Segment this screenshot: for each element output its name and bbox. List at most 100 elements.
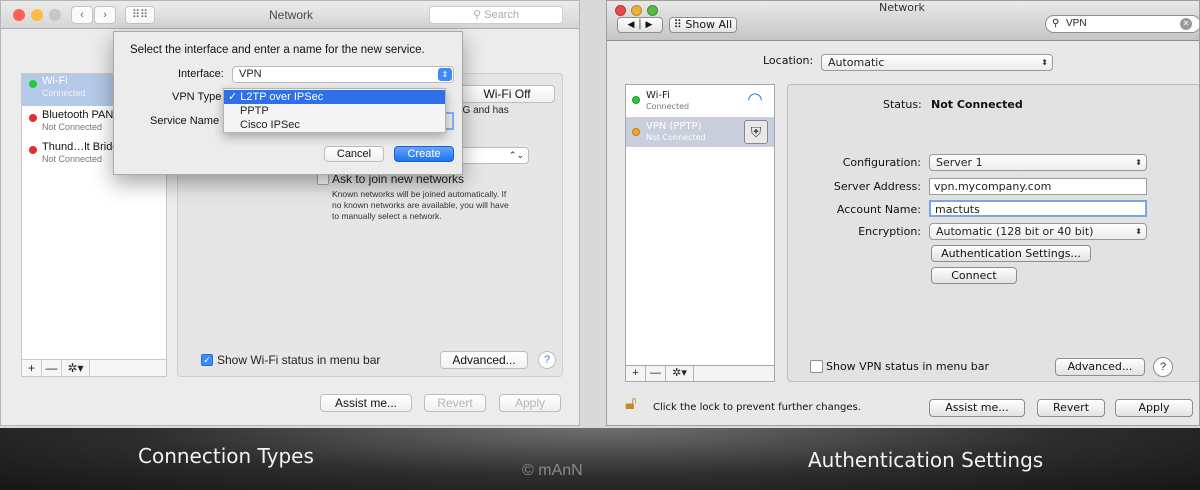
- assist-me-button[interactable]: Assist me...: [929, 399, 1025, 417]
- advanced-button[interactable]: Advanced...: [1055, 358, 1145, 376]
- clear-search-icon[interactable]: ✕: [1180, 18, 1192, 30]
- wifi-note: 5G and has: [457, 105, 509, 116]
- configuration-value: Server 1: [936, 156, 983, 169]
- vpn-lock-icon: ⛨: [744, 120, 768, 144]
- window-title: Network: [879, 1, 925, 14]
- minimize-button[interactable]: [631, 5, 642, 16]
- connect-button[interactable]: Connect: [931, 267, 1017, 284]
- menu-item-l2tp[interactable]: ✓ L2TP over IPSec: [224, 90, 445, 104]
- chevron-updown-icon: ⬍: [1135, 227, 1142, 236]
- gear-icon[interactable]: ✲▾: [62, 360, 90, 376]
- unlocked-padlock-icon[interactable]: 🔓︎: [625, 393, 647, 417]
- assist-me-button[interactable]: Assist me...: [320, 394, 412, 412]
- service-name: VPN (PPTP): [646, 121, 702, 132]
- service-toolbar: + — ✲▾: [625, 365, 775, 382]
- service-name: Wi-Fi: [646, 90, 670, 101]
- wifi-icon: ◠: [747, 89, 763, 109]
- forward-chevron-icon[interactable]: ›: [94, 6, 116, 24]
- create-button[interactable]: Create: [394, 146, 454, 162]
- back-forward-arrows-icon[interactable]: ◀ │ ▶: [617, 17, 663, 33]
- server-address-label: Server Address:: [833, 180, 921, 193]
- search-input[interactable]: ⚲ Search: [429, 6, 563, 24]
- add-service-button[interactable]: +: [22, 360, 42, 376]
- encryption-label: Encryption:: [858, 225, 921, 238]
- gear-icon[interactable]: ✲▾: [666, 366, 694, 381]
- show-all-button[interactable]: ⠿ Show All: [669, 17, 737, 33]
- status-dot-icon: [29, 114, 37, 122]
- service-status: Not Connected: [42, 122, 103, 132]
- close-button[interactable]: [615, 5, 626, 16]
- vpn-type-label: VPN Type: [172, 91, 222, 103]
- right-network-window: Network ◀ │ ▶ ⠿ Show All ⚲ VPN ✕ Locatio…: [606, 0, 1200, 426]
- remove-service-button[interactable]: —: [42, 360, 62, 376]
- menu-item-cisco-ipsec[interactable]: Cisco IPSec: [224, 118, 445, 132]
- zoom-button[interactable]: [49, 9, 61, 21]
- right-titlebar: Network ◀ │ ▶ ⠿ Show All ⚲ VPN ✕: [607, 1, 1199, 41]
- service-item-wifi[interactable]: Wi-Fi Connected ◠: [626, 85, 774, 115]
- note-line: no known networks are available, you wil…: [332, 200, 509, 210]
- account-name-label: Account Name:: [836, 203, 921, 216]
- chevron-updown-icon: ⬍: [1041, 58, 1048, 67]
- search-input[interactable]: ⚲ VPN ✕: [1045, 15, 1199, 33]
- location-value: Automatic: [828, 56, 885, 69]
- status-dot-icon: [632, 128, 640, 136]
- lock-text: Click the lock to prevent further change…: [653, 402, 861, 413]
- show-all-grid-icon[interactable]: ⠿⠿: [125, 6, 155, 24]
- service-name: Wi-Fi: [42, 75, 68, 87]
- note-line: Known networks will be joined automatica…: [332, 189, 507, 199]
- server-address-field[interactable]: vpn.mycompany.com: [929, 178, 1147, 195]
- chevron-updown-icon: ⇕: [438, 68, 452, 81]
- caption-band: Connection Types Authentication Settings…: [0, 428, 1200, 490]
- window-title: Network: [269, 8, 314, 22]
- configuration-popup[interactable]: Server 1 ⬍: [929, 154, 1147, 171]
- network-name-popup[interactable]: ⌃⌄: [457, 147, 529, 164]
- service-list: Wi-Fi Connected ◠ VPN (PPTP) Not Connect…: [625, 84, 775, 382]
- cancel-button[interactable]: Cancel: [324, 146, 384, 162]
- revert-button[interactable]: Revert: [1037, 399, 1105, 417]
- search-placeholder: Search: [484, 9, 519, 21]
- search-icon: ⚲: [473, 9, 485, 21]
- service-status: Connected: [42, 88, 86, 98]
- menu-item-pptp[interactable]: PPTP: [224, 104, 445, 118]
- close-button[interactable]: [13, 9, 25, 21]
- add-service-button[interactable]: +: [626, 366, 646, 381]
- interface-popup[interactable]: VPN ⇕: [232, 66, 454, 83]
- help-button[interactable]: ?: [1153, 357, 1173, 377]
- revert-button[interactable]: Revert: [424, 394, 486, 412]
- service-item-vpn-pptp[interactable]: VPN (PPTP) Not Connected ⛨: [626, 117, 774, 147]
- location-label: Location:: [763, 54, 814, 67]
- grid-icon: ⠿: [673, 18, 686, 31]
- vpn-type-menu: ✓ L2TP over IPSec PPTP Cisco IPSec: [223, 88, 446, 133]
- help-button[interactable]: ?: [538, 351, 556, 369]
- advanced-button[interactable]: Advanced...: [440, 351, 528, 369]
- chevron-updown-icon: ⬍: [1135, 158, 1142, 167]
- show-vpn-status-checkbox[interactable]: [810, 360, 823, 373]
- zoom-button[interactable]: [647, 5, 658, 16]
- apply-button[interactable]: Apply: [499, 394, 561, 412]
- authentication-settings-button[interactable]: Authentication Settings...: [931, 245, 1091, 262]
- remove-service-button[interactable]: —: [646, 366, 666, 381]
- watermark: © mAnN: [522, 462, 583, 479]
- service-toolbar: + — ✲▾: [21, 359, 167, 377]
- search-icon: ⚲: [1052, 18, 1060, 29]
- left-network-window: ‹ › ⠿⠿ Network ⚲ Search Wi-Fi Connected …: [0, 0, 580, 426]
- account-name-field[interactable]: mactuts: [929, 200, 1147, 217]
- encryption-value: Automatic (128 bit or 40 bit): [936, 225, 1094, 238]
- dialog-heading: Select the interface and enter a name fo…: [130, 44, 425, 56]
- search-value: VPN: [1066, 18, 1087, 29]
- show-wifi-status-label: Show Wi-Fi status in menu bar: [217, 353, 381, 367]
- caption-connection-types: Connection Types: [138, 444, 314, 468]
- encryption-popup[interactable]: Automatic (128 bit or 40 bit) ⬍: [929, 223, 1147, 240]
- interface-label: Interface:: [178, 68, 224, 80]
- apply-button[interactable]: Apply: [1115, 399, 1193, 417]
- back-chevron-icon[interactable]: ‹: [71, 6, 93, 24]
- status-dot-icon: [632, 96, 640, 104]
- service-status: Not Connected: [42, 154, 103, 164]
- configuration-label: Configuration:: [842, 156, 921, 169]
- chevron-updown-icon: ⌃⌄: [508, 150, 524, 160]
- location-popup[interactable]: Automatic ⬍: [821, 54, 1053, 71]
- service-status: Connected: [646, 102, 690, 111]
- show-wifi-status-checkbox[interactable]: ✓: [201, 354, 213, 366]
- wifi-off-button[interactable]: Wi-Fi Off: [459, 85, 555, 103]
- minimize-button[interactable]: [31, 9, 43, 21]
